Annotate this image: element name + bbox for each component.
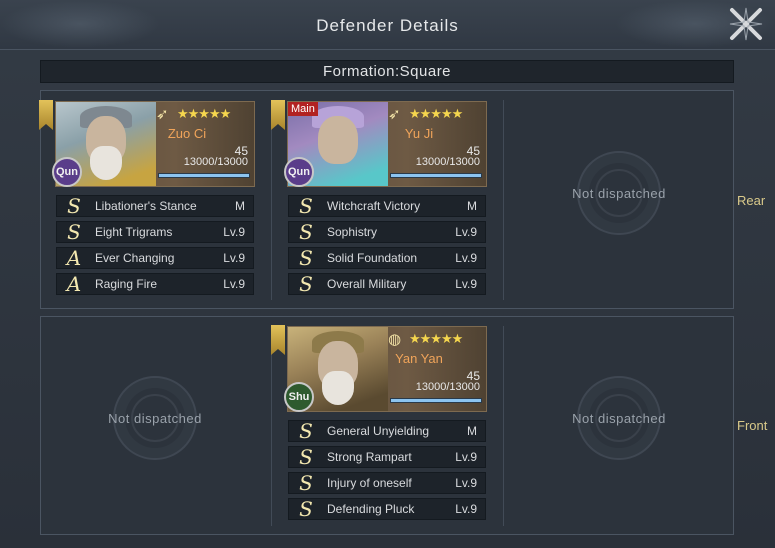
empty-slot-front-left[interactable]: Not dispatched (80, 363, 230, 473)
skill-grade: S (299, 246, 313, 270)
skill-row[interactable]: S Libationer's Stance M (56, 195, 254, 217)
skill-row[interactable]: S Sophistry Lv.9 (288, 221, 486, 243)
row-label-rear: Rear (737, 193, 766, 208)
skill-name: Raging Fire (95, 277, 158, 291)
skill-row[interactable]: S Strong Rampart Lv.9 (288, 446, 486, 468)
dialog-title: Defender Details (316, 16, 459, 35)
bow-icon: ➶ (156, 106, 169, 123)
skill-name: Sophistry (327, 225, 378, 239)
skill-grade: S (299, 194, 313, 218)
skill-grade: A (66, 272, 82, 296)
hero-name: Yan Yan (395, 351, 443, 366)
row-label-front: Front (737, 418, 768, 433)
skill-name: General Unyielding (327, 424, 430, 438)
skill-row[interactable]: S Eight Trigrams Lv.9 (56, 221, 254, 243)
skill-name: Eight Trigrams (95, 225, 173, 239)
skill-grade: S (67, 194, 81, 218)
skill-grade: S (299, 445, 313, 469)
skill-row[interactable]: A Ever Changing Lv.9 (56, 247, 254, 269)
rear-divider-1 (271, 100, 272, 300)
front-divider-2 (503, 326, 504, 526)
troop-bar-fill (159, 174, 249, 177)
skill-name: Defending Pluck (327, 502, 415, 516)
skill-level: Lv.9 (455, 502, 477, 516)
hero-troops: 13000/13000 (415, 156, 480, 168)
skill-grade: S (299, 272, 313, 296)
not-dispatched-label: Not dispatched (572, 410, 666, 426)
faction-badge: Qun (284, 157, 314, 187)
skill-grade: S (299, 471, 313, 495)
close-x-icon (729, 7, 763, 41)
skill-level: Lv.9 (455, 225, 477, 239)
skill-level: Lv.9 (223, 225, 245, 239)
hero-card-zuoci[interactable]: Qun ➶ ★★★★★ Zuo Ci 45 13000/13000 (39, 100, 255, 187)
skill-name: Witchcraft Victory (327, 199, 421, 213)
troop-bar (390, 173, 482, 178)
skill-level: M (235, 199, 245, 213)
skill-name: Solid Foundation (327, 251, 418, 265)
rear-divider-2 (503, 100, 504, 300)
skill-grade: A (66, 246, 82, 270)
bow-icon: ➶ (388, 106, 401, 123)
hero-name: Yu Ji (404, 126, 434, 141)
shield-icon: ◍ (388, 331, 402, 348)
skill-level: Lv.9 (223, 251, 245, 265)
formation-label: Formation:Square (40, 60, 734, 83)
troop-bar (158, 173, 250, 178)
skill-grade: S (299, 220, 313, 244)
skill-row[interactable]: S Injury of oneself Lv.9 (288, 472, 486, 494)
skill-name: Overall Military (327, 277, 407, 291)
skill-list-yuji: S Witchcraft Victory M S Sophistry Lv.9 S Sol… (288, 195, 486, 299)
troop-bar-fill (391, 174, 481, 177)
skill-grade: S (67, 220, 81, 244)
star-rating: ★★★★★ (177, 106, 231, 121)
faction-badge: Qun (52, 157, 82, 187)
skill-name: Strong Rampart (327, 450, 412, 464)
not-dispatched-label: Not dispatched (108, 410, 202, 426)
skill-grade: S (299, 419, 313, 443)
front-divider-1 (271, 326, 272, 526)
skill-level: Lv.9 (455, 476, 477, 490)
skill-name: Libationer's Stance (95, 199, 197, 213)
skill-level: Lv.9 (455, 251, 477, 265)
skill-row[interactable]: S Overall Military Lv.9 (288, 273, 486, 295)
skill-name: Injury of oneself (327, 476, 412, 490)
star-rating: ★★★★★ (409, 331, 463, 346)
skill-row[interactable]: A Raging Fire Lv.9 (56, 273, 254, 295)
star-rating: ★★★★★ (409, 106, 463, 121)
empty-slot-front-right[interactable]: Not dispatched (544, 363, 694, 473)
skill-row[interactable]: S Witchcraft Victory M (288, 195, 486, 217)
troop-bar-fill (391, 399, 481, 402)
faction-badge: Shu (284, 382, 314, 412)
skill-level: Lv.9 (455, 450, 477, 464)
skill-list-zuoci: S Libationer's Stance M S Eight Trigrams Lv.… (56, 195, 254, 299)
hero-card-yanyan[interactable]: Shu ◍ ★★★★★ Yan Yan 45 13000/13000 (271, 325, 487, 412)
troop-bar (390, 398, 482, 403)
skill-level: M (467, 199, 477, 213)
skill-grade: S (299, 497, 313, 521)
skill-row[interactable]: S Solid Foundation Lv.9 (288, 247, 486, 269)
not-dispatched-label: Not dispatched (572, 185, 666, 201)
hero-name: Zuo Ci (167, 126, 207, 141)
skill-level: Lv.9 (455, 277, 477, 291)
skill-name: Ever Changing (95, 251, 175, 265)
skill-list-yanyan: S General Unyielding M S Strong Rampart Lv.9… (288, 420, 486, 524)
dialog-header: Defender Details (0, 0, 775, 50)
hero-troops: 13000/13000 (183, 156, 248, 168)
skill-row[interactable]: S Defending Pluck Lv.9 (288, 498, 486, 520)
empty-slot-rear-right[interactable]: Not dispatched (544, 138, 694, 248)
hero-troops: 13000/13000 (415, 381, 480, 393)
hero-card-yuji[interactable]: Main Qun ➶ ★★★★★ Yu Ji 45 13000/13000 (271, 100, 487, 187)
skill-level: Lv.9 (223, 277, 245, 291)
close-button[interactable] (722, 2, 770, 46)
skill-row[interactable]: S General Unyielding M (288, 420, 486, 442)
main-tag: Main (288, 102, 318, 116)
skill-level: M (467, 424, 477, 438)
